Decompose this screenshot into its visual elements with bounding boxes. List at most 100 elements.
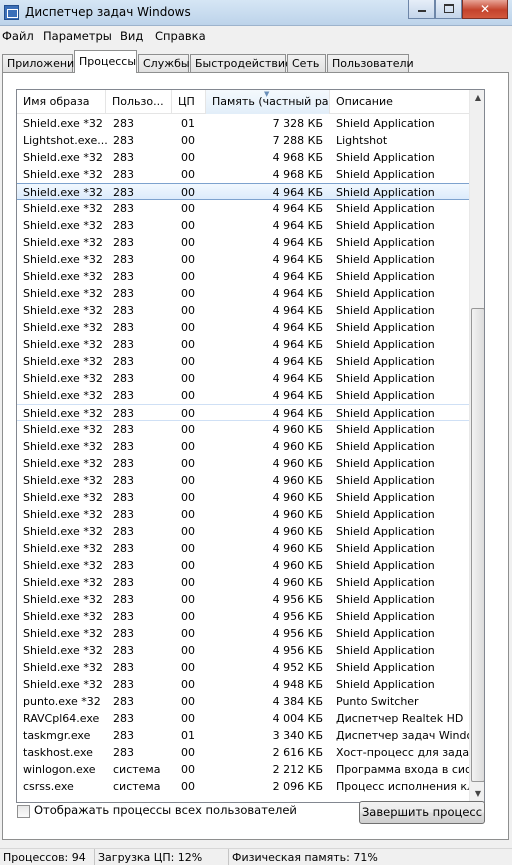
process-row[interactable]: Shield.exe *32 283 00 4 964 КБ Shield Applic… [17, 370, 469, 387]
process-row[interactable]: Shield.exe *32 283 00 4 964 КБ Shield Applic… [17, 285, 469, 302]
process-row[interactable]: Shield.exe *32 283 00 4 964 КБ Shield Applic… [17, 302, 469, 319]
process-description: Shield Application [336, 253, 435, 266]
process-row[interactable]: Shield.exe *32 283 00 4 964 КБ Shield Applic… [17, 268, 469, 285]
process-description: Процесс исполнения клие [336, 780, 469, 793]
minimize-button[interactable] [408, 0, 435, 19]
process-memory: 4 960 КБ [272, 474, 323, 487]
process-row[interactable]: Shield.exe *32 283 00 4 964 КБ Shield Applic… [17, 200, 469, 217]
process-memory: 4 964 КБ [272, 253, 323, 266]
column-header-user[interactable]: Пользо... [106, 90, 172, 114]
process-user: 283 [113, 457, 134, 470]
process-row[interactable]: punto.exe *32 283 00 4 384 КБ Punto Switcher [17, 693, 469, 710]
process-memory: 2 212 КБ [272, 763, 323, 776]
menu-help[interactable]: Справка [155, 29, 206, 43]
title-bar[interactable]: Диспетчер задач Windows ✕ [0, 0, 512, 26]
process-row[interactable]: Shield.exe *32 283 00 4 960 КБ Shield Applic… [17, 506, 469, 523]
process-user: 283 [113, 678, 134, 691]
menu-options[interactable]: Параметры [43, 29, 112, 43]
status-process-count: Процессов: 94 [0, 849, 95, 865]
tab-processes[interactable]: Процессы [74, 50, 137, 73]
process-row[interactable]: Shield.exe *32 283 00 4 956 КБ Shield Applic… [17, 625, 469, 642]
tab-users[interactable]: Пользователи [327, 54, 414, 72]
menu-view[interactable]: Вид [120, 29, 143, 43]
process-row[interactable]: Shield.exe *32 283 00 4 960 КБ Shield Applic… [17, 438, 469, 455]
vertical-scrollbar[interactable]: ▲ ▼ [469, 90, 484, 802]
process-row[interactable]: Shield.exe *32 283 00 4 964 КБ Shield Applic… [17, 387, 469, 404]
process-row[interactable]: Shield.exe *32 283 00 4 964 КБ Shield Applic… [17, 234, 469, 251]
process-row[interactable]: Shield.exe *32 283 00 4 960 КБ Shield Applic… [17, 557, 469, 574]
scroll-down-icon[interactable]: ▼ [470, 786, 484, 802]
close-button[interactable]: ✕ [462, 0, 508, 19]
process-description: Shield Application [336, 186, 435, 199]
menu-file[interactable]: Файл [2, 29, 34, 43]
process-memory: 4 964 КБ [272, 389, 323, 402]
process-row[interactable]: Lightshot.exe... 283 00 7 288 КБ Lightshot [17, 132, 469, 149]
process-row[interactable]: Shield.exe *32 283 00 4 960 КБ Shield Applic… [17, 523, 469, 540]
column-header-memory[interactable]: ▼ Память (частный ра... [206, 90, 330, 114]
process-row[interactable]: Shield.exe *32 283 00 4 964 КБ Shield Applic… [17, 217, 469, 234]
process-row[interactable]: RAVCpl64.exe 283 00 4 004 КБ Диспетчер Realt… [17, 710, 469, 727]
process-row[interactable]: winlogon.exe система 00 2 212 КБ Программа в… [17, 761, 469, 778]
process-row[interactable]: Shield.exe *32 283 00 4 964 КБ Shield Applic… [17, 183, 469, 200]
process-row[interactable]: Shield.exe *32 283 00 4 968 КБ Shield Applic… [17, 166, 469, 183]
process-row[interactable]: Shield.exe *32 283 00 4 948 КБ Shield Applic… [17, 676, 469, 693]
process-image-name: Shield.exe *32 [23, 576, 103, 589]
process-memory: 4 948 КБ [272, 678, 323, 691]
process-row[interactable]: Shield.exe *32 283 00 4 960 КБ Shield Applic… [17, 574, 469, 591]
process-row[interactable]: Shield.exe *32 283 00 4 964 КБ Shield Applic… [17, 319, 469, 336]
process-memory: 4 964 КБ [272, 304, 323, 317]
tab-applications[interactable]: Приложения [2, 54, 81, 72]
process-list[interactable]: Имя образа Пользо... ЦП ▼ Память (частны… [16, 89, 485, 803]
process-row[interactable]: Shield.exe *32 283 00 4 964 КБ Shield Applic… [17, 404, 469, 421]
tab-network[interactable]: Сеть [287, 54, 326, 72]
end-process-button[interactable]: Завершить процесс [359, 801, 485, 824]
process-image-name: Shield.exe *32 [23, 407, 103, 420]
process-row[interactable]: Shield.exe *32 283 00 4 952 КБ Shield Applic… [17, 659, 469, 676]
column-headers: Имя образа Пользо... ЦП ▼ Память (частны… [17, 90, 469, 114]
process-user: 283 [113, 559, 134, 572]
process-description: Shield Application [336, 474, 435, 487]
process-description: Shield Application [336, 593, 435, 606]
process-row[interactable]: Shield.exe *32 283 00 4 960 КБ Shield Applic… [17, 455, 469, 472]
process-memory: 4 964 КБ [272, 186, 323, 199]
tab-performance[interactable]: Быстродействие [190, 54, 292, 72]
process-row[interactable]: Shield.exe *32 283 00 4 964 КБ Shield Applic… [17, 353, 469, 370]
process-row[interactable]: csrss.exe система 00 2 096 КБ Процесс исполн… [17, 778, 469, 795]
process-description: Shield Application [336, 117, 435, 130]
process-user: 283 [113, 695, 134, 708]
process-description: Shield Application [336, 219, 435, 232]
scroll-up-icon[interactable]: ▲ [470, 90, 484, 106]
scrollbar-thumb[interactable] [471, 308, 484, 782]
process-description: Shield Application [336, 525, 435, 538]
process-row[interactable]: Shield.exe *32 283 00 4 964 КБ Shield Applic… [17, 336, 469, 353]
process-row[interactable]: Shield.exe *32 283 00 4 960 КБ Shield Applic… [17, 489, 469, 506]
maximize-button[interactable] [435, 0, 462, 19]
process-row[interactable]: Shield.exe *32 283 00 4 960 КБ Shield Applic… [17, 421, 469, 438]
process-description: Punto Switcher [336, 695, 419, 708]
process-row[interactable]: taskhost.exe 283 00 2 616 КБ Хост-процесс дл… [17, 744, 469, 761]
process-memory: 4 384 КБ [272, 695, 323, 708]
process-row[interactable]: Shield.exe *32 283 00 4 956 КБ Shield Applic… [17, 608, 469, 625]
process-row[interactable]: Shield.exe *32 283 00 4 960 КБ Shield Applic… [17, 472, 469, 489]
process-image-name: Shield.exe *32 [23, 117, 103, 130]
process-image-name: Shield.exe *32 [23, 202, 103, 215]
process-description: Shield Application [336, 270, 435, 283]
process-row[interactable]: Shield.exe *32 283 00 4 956 КБ Shield Applic… [17, 642, 469, 659]
process-image-name: Shield.exe *32 [23, 219, 103, 232]
show-all-processes-checkbox[interactable] [17, 805, 30, 818]
process-user: 283 [113, 610, 134, 623]
process-row[interactable]: Shield.exe *32 283 01 7 328 КБ Shield Applic… [17, 115, 469, 132]
process-row[interactable]: Shield.exe *32 283 00 4 960 КБ Shield Applic… [17, 540, 469, 557]
process-image-name: Shield.exe *32 [23, 236, 103, 249]
process-row[interactable]: Shield.exe *32 283 00 4 964 КБ Shield Applic… [17, 251, 469, 268]
process-user: 283 [113, 474, 134, 487]
process-row[interactable]: Shield.exe *32 283 00 4 968 КБ Shield Applic… [17, 149, 469, 166]
column-header-description[interactable]: Описание [330, 90, 469, 114]
process-description: Shield Application [336, 236, 435, 249]
process-row[interactable]: taskmgr.exe 283 01 3 340 КБ Диспетчер задач … [17, 727, 469, 744]
column-header-image-name[interactable]: Имя образа [17, 90, 106, 114]
process-user: 283 [113, 576, 134, 589]
tab-services[interactable]: Службы [138, 54, 190, 72]
process-row[interactable]: Shield.exe *32 283 00 4 956 КБ Shield Applic… [17, 591, 469, 608]
column-header-cpu[interactable]: ЦП [172, 90, 206, 114]
